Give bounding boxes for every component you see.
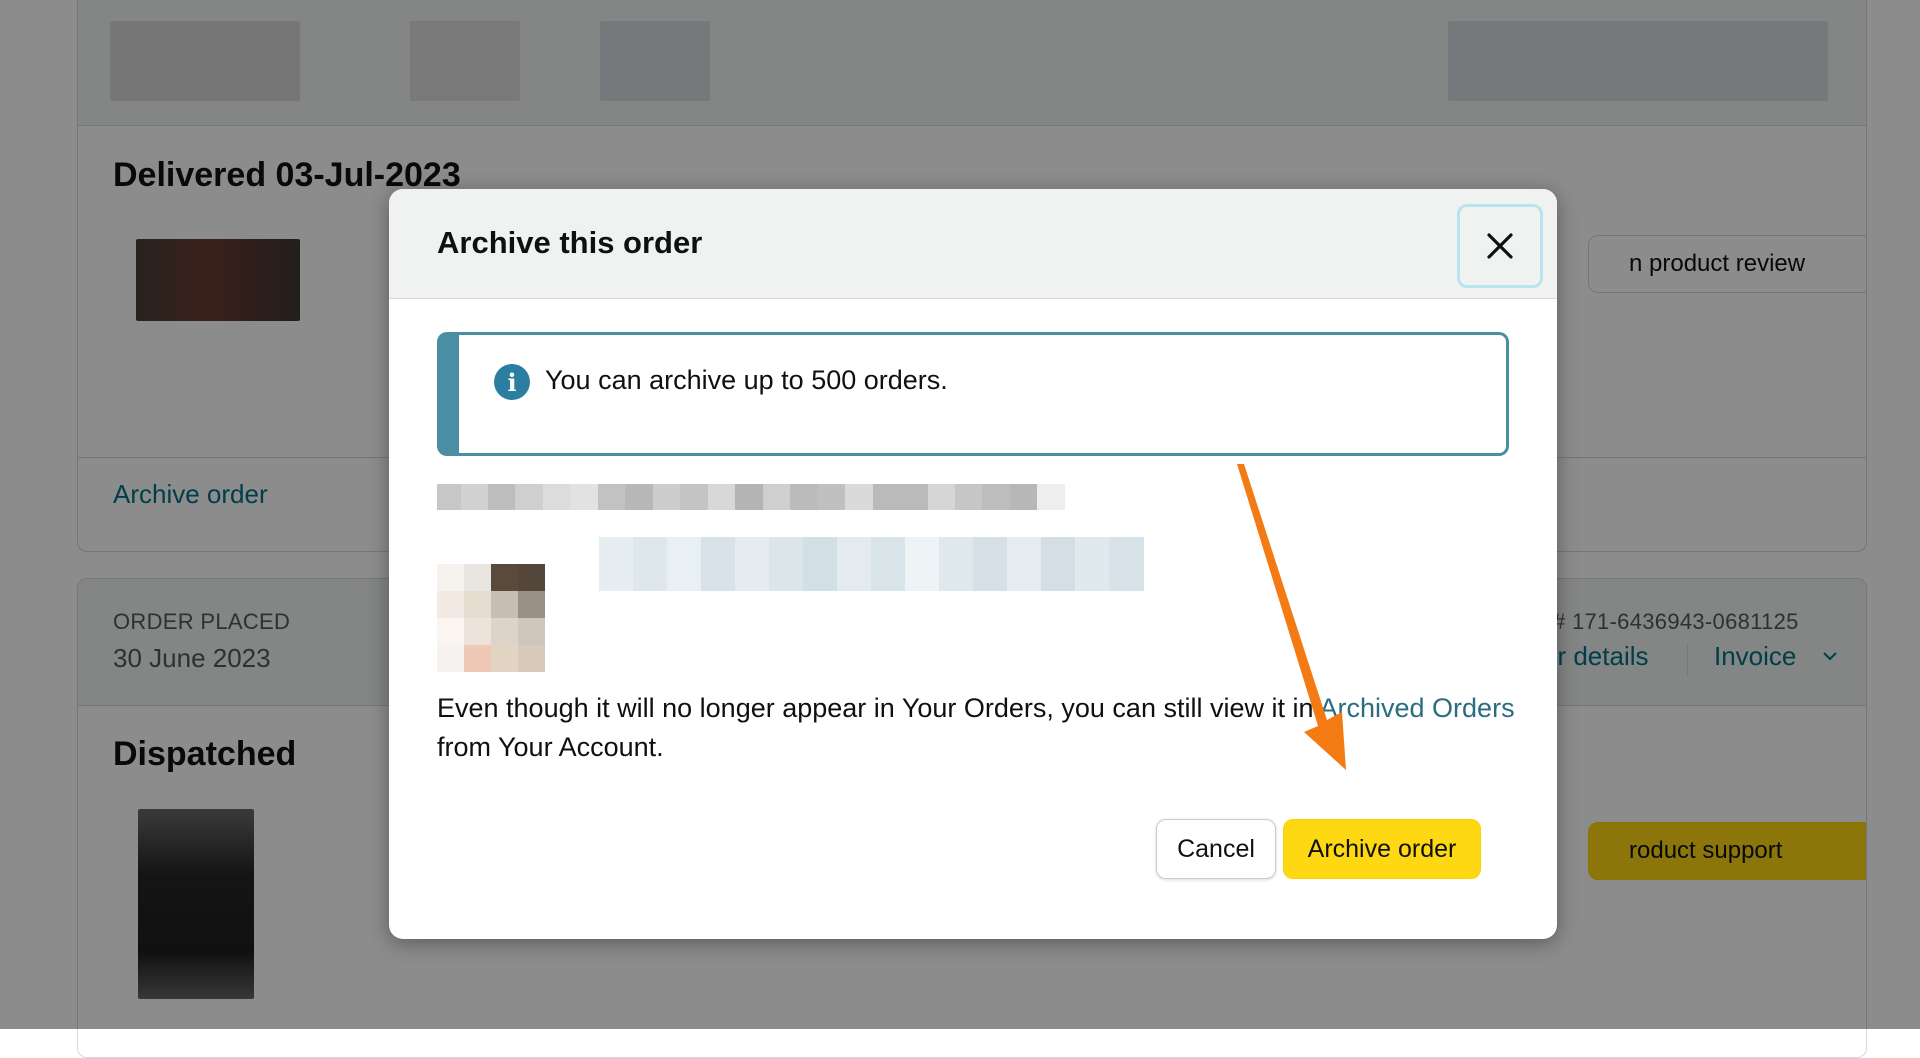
info-alert-text: You can archive up to 500 orders. (545, 365, 948, 395)
archived-orders-link[interactable]: Archived Orders (1320, 693, 1515, 723)
body-text-part: from Your Account. (437, 732, 664, 762)
dialog-body-text: Even though it will no longer appear in … (437, 689, 1517, 767)
product-thumbnail (437, 564, 545, 672)
redacted-text (437, 484, 1065, 510)
body-text-part: Even though it will no longer appear in … (437, 693, 1320, 723)
info-icon: i (494, 364, 530, 400)
archive-order-button[interactable]: Archive order (1283, 819, 1481, 879)
archive-order-dialog: Archive this order i You can archive up … (389, 189, 1557, 939)
dialog-title: Archive this order (437, 225, 703, 260)
redacted-text (599, 537, 1144, 591)
close-icon (1487, 233, 1513, 259)
close-button[interactable] (1457, 204, 1543, 288)
cancel-button[interactable]: Cancel (1156, 819, 1276, 879)
dialog-header: Archive this order (389, 189, 1557, 299)
info-alert: i You can archive up to 500 orders. (437, 332, 1509, 456)
